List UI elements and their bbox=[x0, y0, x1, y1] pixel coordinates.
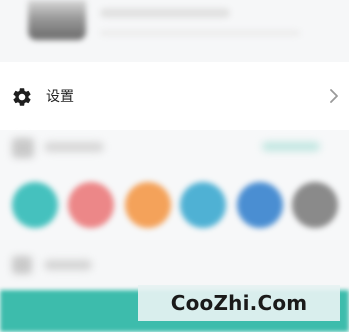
profile-thumbnail bbox=[28, 0, 86, 40]
section-title-blurred bbox=[44, 260, 92, 270]
theme-swatch[interactable] bbox=[125, 182, 171, 228]
theme-title-blurred bbox=[44, 142, 104, 152]
theme-section bbox=[0, 130, 349, 240]
profile-title-blurred bbox=[100, 8, 230, 18]
palette-icon bbox=[12, 138, 34, 158]
theme-swatch[interactable] bbox=[68, 182, 114, 228]
settings-row[interactable]: 设置 bbox=[0, 62, 349, 130]
profile-row[interactable] bbox=[0, 0, 349, 62]
gear-icon bbox=[13, 88, 31, 106]
theme-swatch[interactable] bbox=[180, 182, 226, 228]
theme-more-link-blurred[interactable] bbox=[262, 142, 320, 151]
theme-swatch[interactable] bbox=[237, 182, 283, 228]
secondary-row[interactable] bbox=[0, 240, 349, 290]
section-icon bbox=[12, 256, 32, 274]
watermark: CooZhi.Com bbox=[138, 285, 340, 321]
theme-swatch[interactable] bbox=[292, 182, 338, 228]
settings-label: 设置 bbox=[46, 89, 74, 105]
theme-swatch[interactable] bbox=[12, 182, 58, 228]
profile-subtitle-blurred bbox=[100, 30, 300, 36]
chevron-right-icon bbox=[330, 89, 338, 103]
